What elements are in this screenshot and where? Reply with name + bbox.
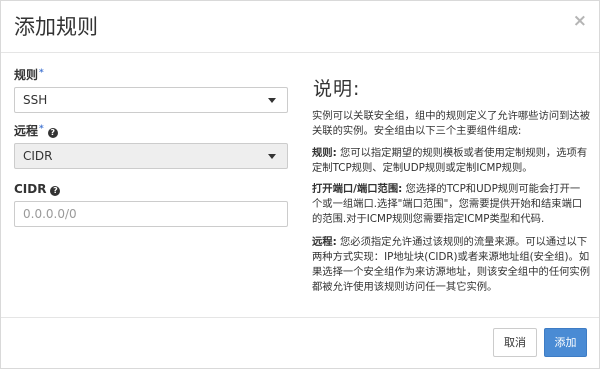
- help-icon[interactable]: ?: [50, 186, 61, 196]
- dialog-title: 添加规则: [14, 15, 98, 39]
- rule-select-value: SSH: [23, 93, 48, 107]
- remote-select-value: CIDR: [23, 149, 53, 163]
- remote-select[interactable]: CIDR: [14, 143, 288, 169]
- dialog-body: 规则* SSH 远程*? CIDR CIDR? 0.0.0.0/0 说明: 实例…: [1, 54, 599, 316]
- add-button[interactable]: 添加: [544, 328, 587, 357]
- description-title: 说明:: [313, 78, 361, 100]
- cidr-label: CIDR?: [14, 182, 61, 196]
- dialog-footer: 取消 添加: [1, 317, 599, 369]
- help-icon[interactable]: ?: [47, 128, 58, 138]
- required-marker: *: [39, 124, 44, 134]
- close-icon[interactable]: ×: [573, 13, 587, 30]
- chevron-down-icon: [268, 154, 276, 159]
- description-remote: 远程: 您必须指定允许通过该规则的流量来源。可以通过以下两种方式实现：IP地址块…: [312, 236, 591, 293]
- cancel-button[interactable]: 取消: [493, 328, 537, 357]
- required-marker: *: [39, 68, 44, 78]
- remote-label: 远程*?: [14, 124, 58, 140]
- chevron-down-icon: [268, 98, 276, 103]
- cidr-input[interactable]: 0.0.0.0/0: [14, 201, 288, 227]
- rule-label: 规则*: [14, 68, 44, 82]
- dialog-header: 添加规则 ×: [1, 1, 599, 53]
- add-rule-dialog: 添加规则 × 规则* SSH 远程*? CIDR CIDR? 0.0.0.0/0: [0, 0, 600, 369]
- description-intro: 实例可以关联安全组，组中的规则定义了允许哪些访问到达被关联的实例。安全组由以下三…: [312, 110, 591, 137]
- description-rule: 规则: 您可以指定期望的规则模板或者使用定制规则，选项有定制TCP规则、定制UD…: [312, 147, 588, 174]
- rule-select[interactable]: SSH: [14, 87, 288, 113]
- description-port: 打开端口/端口范围: 您选择的TCP和UDP规则可能会打开一个或一组端口.选择"…: [312, 183, 583, 225]
